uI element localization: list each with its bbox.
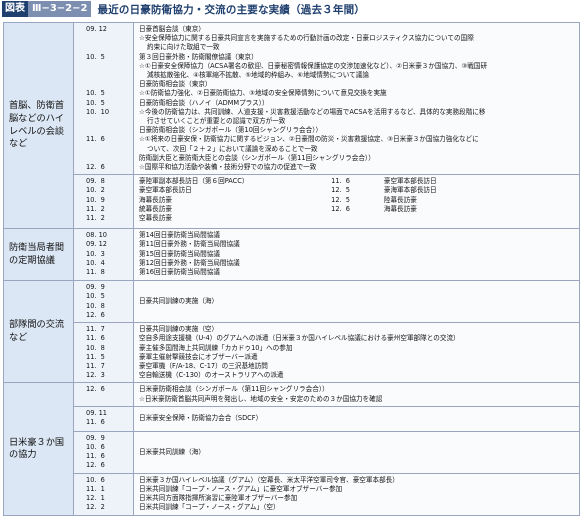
content-cell: 日豪共同訓練の実施（空） 空自多用途支援機（U-4）のグアムへの派遣（日米豪３か… [133, 322, 580, 384]
list-item: 第14回日豪防衛当局間協議 [139, 231, 220, 240]
list-item: ついて、次回「２＋２」において議論を深めることで一致 [147, 144, 318, 153]
list-item: 豪陸軍副本部長訪日（第６回PACC） [139, 177, 249, 186]
list-item: 豪空軍本部長訪日 [383, 177, 437, 186]
visits-left: 豪陸軍副本部長訪日（第６回PACC） 豪空軍本部長訪日 海幕長訪豪 統幕長訪豪 … [139, 177, 331, 223]
table-row: 10. 6 11. 1 12. 1 12. 2 日米豪３か国ハイレベル協議（グア… [4, 472, 580, 516]
dates-cell: 09. 8 10. 2 10. 9 11. 2 11. 2 [73, 174, 134, 230]
list-item: 防衛副大臣と豪防衛大臣との会談（シンガポール（第11回シャングリラ会合）） [139, 153, 375, 162]
list-item: 日豪共同訓練の実施（海） [139, 297, 219, 306]
list-item: 陸幕長訪豪 [383, 195, 417, 204]
category-unit-exchanges: 部隊間の交流など [3, 280, 74, 384]
list-item: 豪主催多国間海上共同訓練「カカドゥ10」への参加 [139, 343, 293, 352]
content-cell: 豪陸軍副本部長訪日（第６回PACC） 豪空軍本部長訪日 海幕長訪豪 統幕長訪豪 … [133, 174, 580, 230]
list-item: 空自多用途支援機（U-4）のグアムへの派遣（日米豪３か国ハイレベル協議における豪… [139, 334, 460, 343]
list-item: 日米豪３か国ハイレベル協議（グアム）（空幕長、米太平洋空軍司令官、豪空軍本部長） [139, 475, 399, 484]
list-item: 空幕長訪豪 [139, 214, 172, 223]
list-item: ☆①日豪安全保障協力（ACSA署名の歓迎、日豪秘密情報保護協定の交渉加速化など）… [139, 61, 488, 70]
dates-cell: 09. 12 10. 5 10. 5 10. 5 10. 10 11. 6 12… [73, 21, 134, 176]
list-item: 豪空軍本部長訪日 [139, 186, 192, 195]
list-item: 日米豪共同訓練（海） [139, 447, 205, 456]
dates-cell: 09. 9 10. 5 10. 8 12. 6 [73, 280, 134, 324]
table-row: 09. 9 10. 6 11. 6 12. 6 日米豪共同訓練（海） [4, 430, 580, 474]
list-item: 日豪共同訓練の実施（空） [139, 325, 219, 334]
list-item: ☆今後の防衛協力は、共同訓練、人道支援・災害救援活動などの場面でACSAを活用す… [139, 107, 486, 116]
list-item: 日豪防衛相会談（東京） [139, 80, 212, 89]
list-item: 第15回日豪防衛当局間協議 [139, 249, 220, 258]
category-high-level: 首脳、防衛首脳などのハイレベルの会談など [3, 21, 74, 230]
table-row: 日米豪３か国の協力 12. 6 日米豪防衛相会談（シンガポール（第11回シャング… [3, 382, 580, 516]
list-item: 海幕長訪豪 [139, 195, 172, 204]
dates-cell: 10. 6 11. 1 12. 1 12. 2 [73, 472, 134, 516]
list-item: 豪軍主催射撃競技会にオブザーバー派遣 [139, 352, 258, 361]
content-cell: 日米豪共同訓練（海） [133, 430, 580, 474]
figure-title: 最近の日豪防衛協力・交流の主要な実績（過去３年間） [97, 3, 365, 16]
dates-cell: 08. 10 09. 12 10. 3 10. 4 11. 8 [73, 228, 134, 282]
list-item: ☆①防衛協力強化、②日豪防衛協力、③地域の安全保障情勢について意見交換を実施 [139, 89, 387, 98]
table-row: 09. 8 10. 2 10. 9 11. 2 11. 2 豪陸軍副本部長訪日（… [4, 174, 580, 230]
figure-header: 図表 Ⅲ−3−2−2 最近の日豪防衛協力・交流の主要な実績（過去３年間） [0, 0, 581, 18]
category-regular-talks: 防衛当局者間の定期協議 [3, 228, 74, 282]
list-item: 日米共同訓練「コープ・ノース・グアム」（空） [139, 503, 280, 512]
achievements-table: 首脳、防衛首脳などのハイレベルの会談など 09. 12 10. 5 10. 5 … [3, 21, 580, 516]
list-item: 海幕長訪豪 [383, 204, 417, 213]
list-item: 空自輸送機（C-130）のオーストラリアへの派遣 [139, 371, 284, 380]
list-item: 豪海軍本部長訪日 [383, 186, 437, 195]
content-cell: 日豪首脳会談（東京） ☆安全保障協力に関する日豪共同宣言を実施するための行動計画… [133, 21, 580, 176]
figure-number: Ⅲ−3−2−2 [28, 1, 92, 17]
list-item: 行させていくことが重要との認識で双方が一致 [147, 117, 286, 126]
table-row: 首脳、防衛首脳などのハイレベルの会談など 09. 12 10. 5 10. 5 … [3, 21, 580, 230]
list-item: ☆国際平和協力活動や装備・技術分野での協力の促進で一致 [139, 163, 317, 172]
list-item: ☆日米豪防衛首脳共同声明を発出し、地域の安全・安定のための３か国協力を確認 [139, 394, 383, 403]
list-item: 統幕長訪豪 [139, 204, 172, 213]
list-item: 日豪首脳会談（東京） [139, 25, 205, 33]
content-cell: 日米豪防衛相会談（シンガポール（第11回シャングリラ会合）） ☆日米豪防衛首脳共… [133, 382, 580, 407]
list-item: 第12回日豪外務・防衛当局間協議 [139, 258, 240, 267]
list-item: 第３回日豪外務・防衛閣僚協議（東京） [139, 52, 258, 61]
list-item: 豪空軍機（F/A-18、C-17）の三沢基地訪問 [139, 362, 268, 371]
table-row: 部隊間の交流など 09. 9 10. 5 10. 8 12. 6 日豪共同訓練の… [3, 280, 580, 384]
dates-cell: 11. 7 11. 6 10. 8 11. 5 11. 7 12. 3 [73, 322, 134, 384]
list-item: 日米豪安全保障・防衛協力会合（SDCF） [139, 414, 263, 423]
content-cell: 日豪共同訓練の実施（海） [133, 280, 580, 324]
dates-cell: 09. 11 11. 6 [73, 405, 134, 432]
list-item: 日豪防衛相会談（ハノイ（ADMMプラス）） [139, 98, 269, 107]
list-item: 第16回日豪防衛当局間協議 [139, 268, 220, 277]
table-row: 11. 7 11. 6 10. 8 11. 5 11. 7 12. 3 日豪共同… [4, 322, 580, 384]
content-cell: 日米豪安全保障・防衛協力会合（SDCF） [133, 405, 580, 432]
list-item: 約束に向けた取組で一致 [147, 43, 220, 52]
dates-right: 11. 6 12. 5 12. 5 12. 6 [331, 177, 350, 213]
list-item: ☆①将来の日豪安保・防衛協力に関するビジョン、②日豪間の防災・災害救援協定、③日… [139, 135, 479, 144]
visits-right: 豪空軍本部長訪日 豪海軍本部長訪日 陸幕長訪豪 海幕長訪豪 [384, 177, 576, 223]
table-row: 防衛当局者間の定期協議 08. 10 09. 12 10. 3 10. 4 11… [3, 228, 580, 282]
visits-split: 豪陸軍副本部長訪日（第６回PACC） 豪空軍本部長訪日 海幕長訪豪 統幕長訪豪 … [139, 177, 576, 223]
content-cell: 日米豪３か国ハイレベル協議（グアム）（空幕長、米太平洋空軍司令官、豪空軍本部長）… [133, 472, 580, 516]
list-item: 日米豪防衛相会談（シンガポール（第11回シャングリラ会合）） [139, 385, 329, 394]
list-item: 減核拡散強化、④核軍縮不拡散、⑤地域的枠組み、⑥地域情勢について議論 [147, 71, 369, 80]
category-trilateral: 日米豪３か国の協力 [3, 382, 74, 516]
list-item: 日豪防衛相会談（シンガポール（第10回シャングリラ会合）） [139, 126, 323, 135]
content-cell: 第14回日豪防衛当局間協議 第11回日豪外務・防衛当局間協議 第15回日豪防衛当… [133, 228, 580, 282]
list-item: 第11回日豪外務・防衛当局間協議 [139, 240, 240, 249]
figure-label: 図表 [2, 1, 28, 17]
list-item: ☆安全保障協力に関する日豪共同宣言を実施するための行動計画の改定・日豪ロジスティ… [139, 34, 474, 43]
list-item: 日米共同訓練「コープ・ノース・グアム」に豪空軍オブザーバー参加 [139, 485, 343, 494]
dates-cell: 12. 6 [73, 382, 134, 407]
list-item: 日米共同方面隊指揮所演習に豪陸軍オブザーバー参加 [139, 494, 298, 503]
dates-cell: 09. 9 10. 6 11. 6 12. 6 [73, 430, 134, 474]
table-row: 09. 11 11. 6 日米豪安全保障・防衛協力会合（SDCF） [4, 405, 580, 432]
